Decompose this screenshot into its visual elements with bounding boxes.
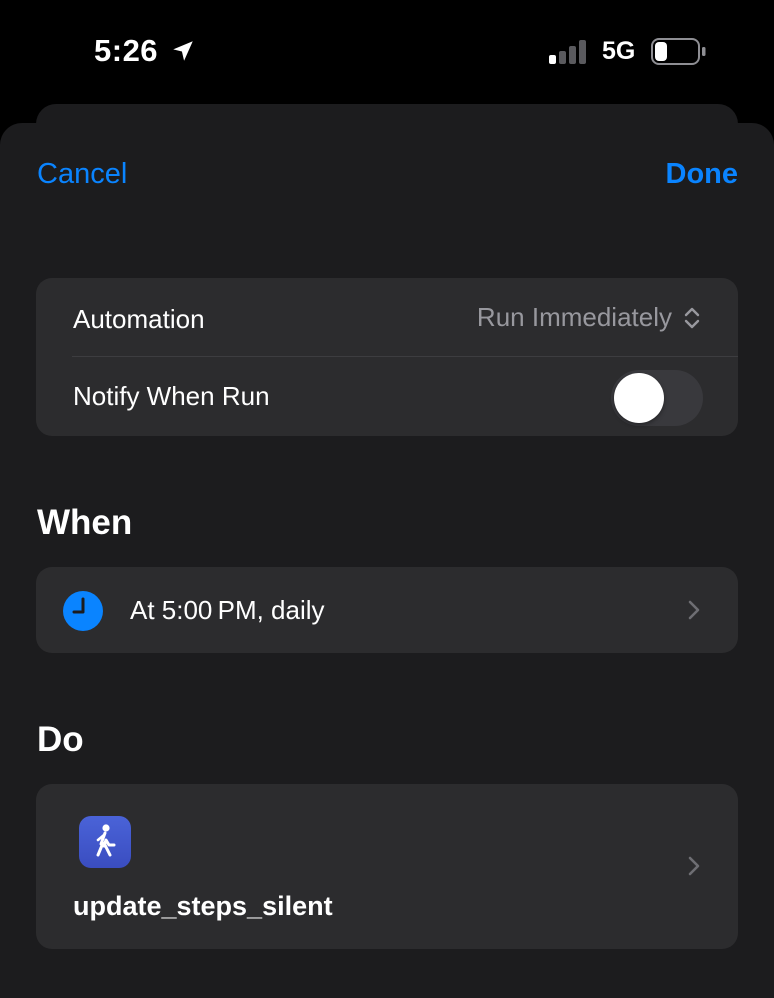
status-bar: 5:26 5G (0, 0, 774, 104)
notify-label: Notify When Run (73, 381, 270, 411)
cancel-button[interactable]: Cancel (37, 158, 127, 191)
shortcut-app-icon (79, 816, 131, 868)
when-trigger-row[interactable]: At 5:00 PM, daily (36, 567, 738, 653)
automation-value: Run Immediately (476, 302, 672, 332)
automation-label: Automation (73, 304, 205, 334)
when-section-title: When (37, 503, 133, 542)
chevron-right-icon (688, 600, 700, 620)
automation-row[interactable]: Automation Run Immediately (36, 278, 738, 356)
chevron-right-icon (688, 856, 700, 876)
done-button[interactable]: Done (666, 158, 739, 191)
notify-toggle[interactable] (611, 370, 703, 426)
battery-icon (651, 38, 706, 65)
chevron-up-down-icon (684, 307, 700, 329)
when-trigger-text: At 5:00 PM, daily (130, 595, 325, 625)
toggle-knob (614, 373, 664, 423)
network-type: 5G (602, 37, 636, 65)
status-time: 5:26 (94, 33, 159, 68)
shortcut-name: update_steps_silent (73, 891, 333, 921)
settings-card: Automation Run Immediately Notify When R… (36, 278, 738, 436)
clock-icon (63, 591, 103, 631)
do-section-title: Do (37, 720, 84, 759)
cellular-signal-icon (549, 40, 589, 64)
do-action-row[interactable]: update_steps_silent (36, 784, 738, 949)
location-arrow-icon (173, 41, 193, 61)
walking-figure-icon (96, 824, 116, 857)
